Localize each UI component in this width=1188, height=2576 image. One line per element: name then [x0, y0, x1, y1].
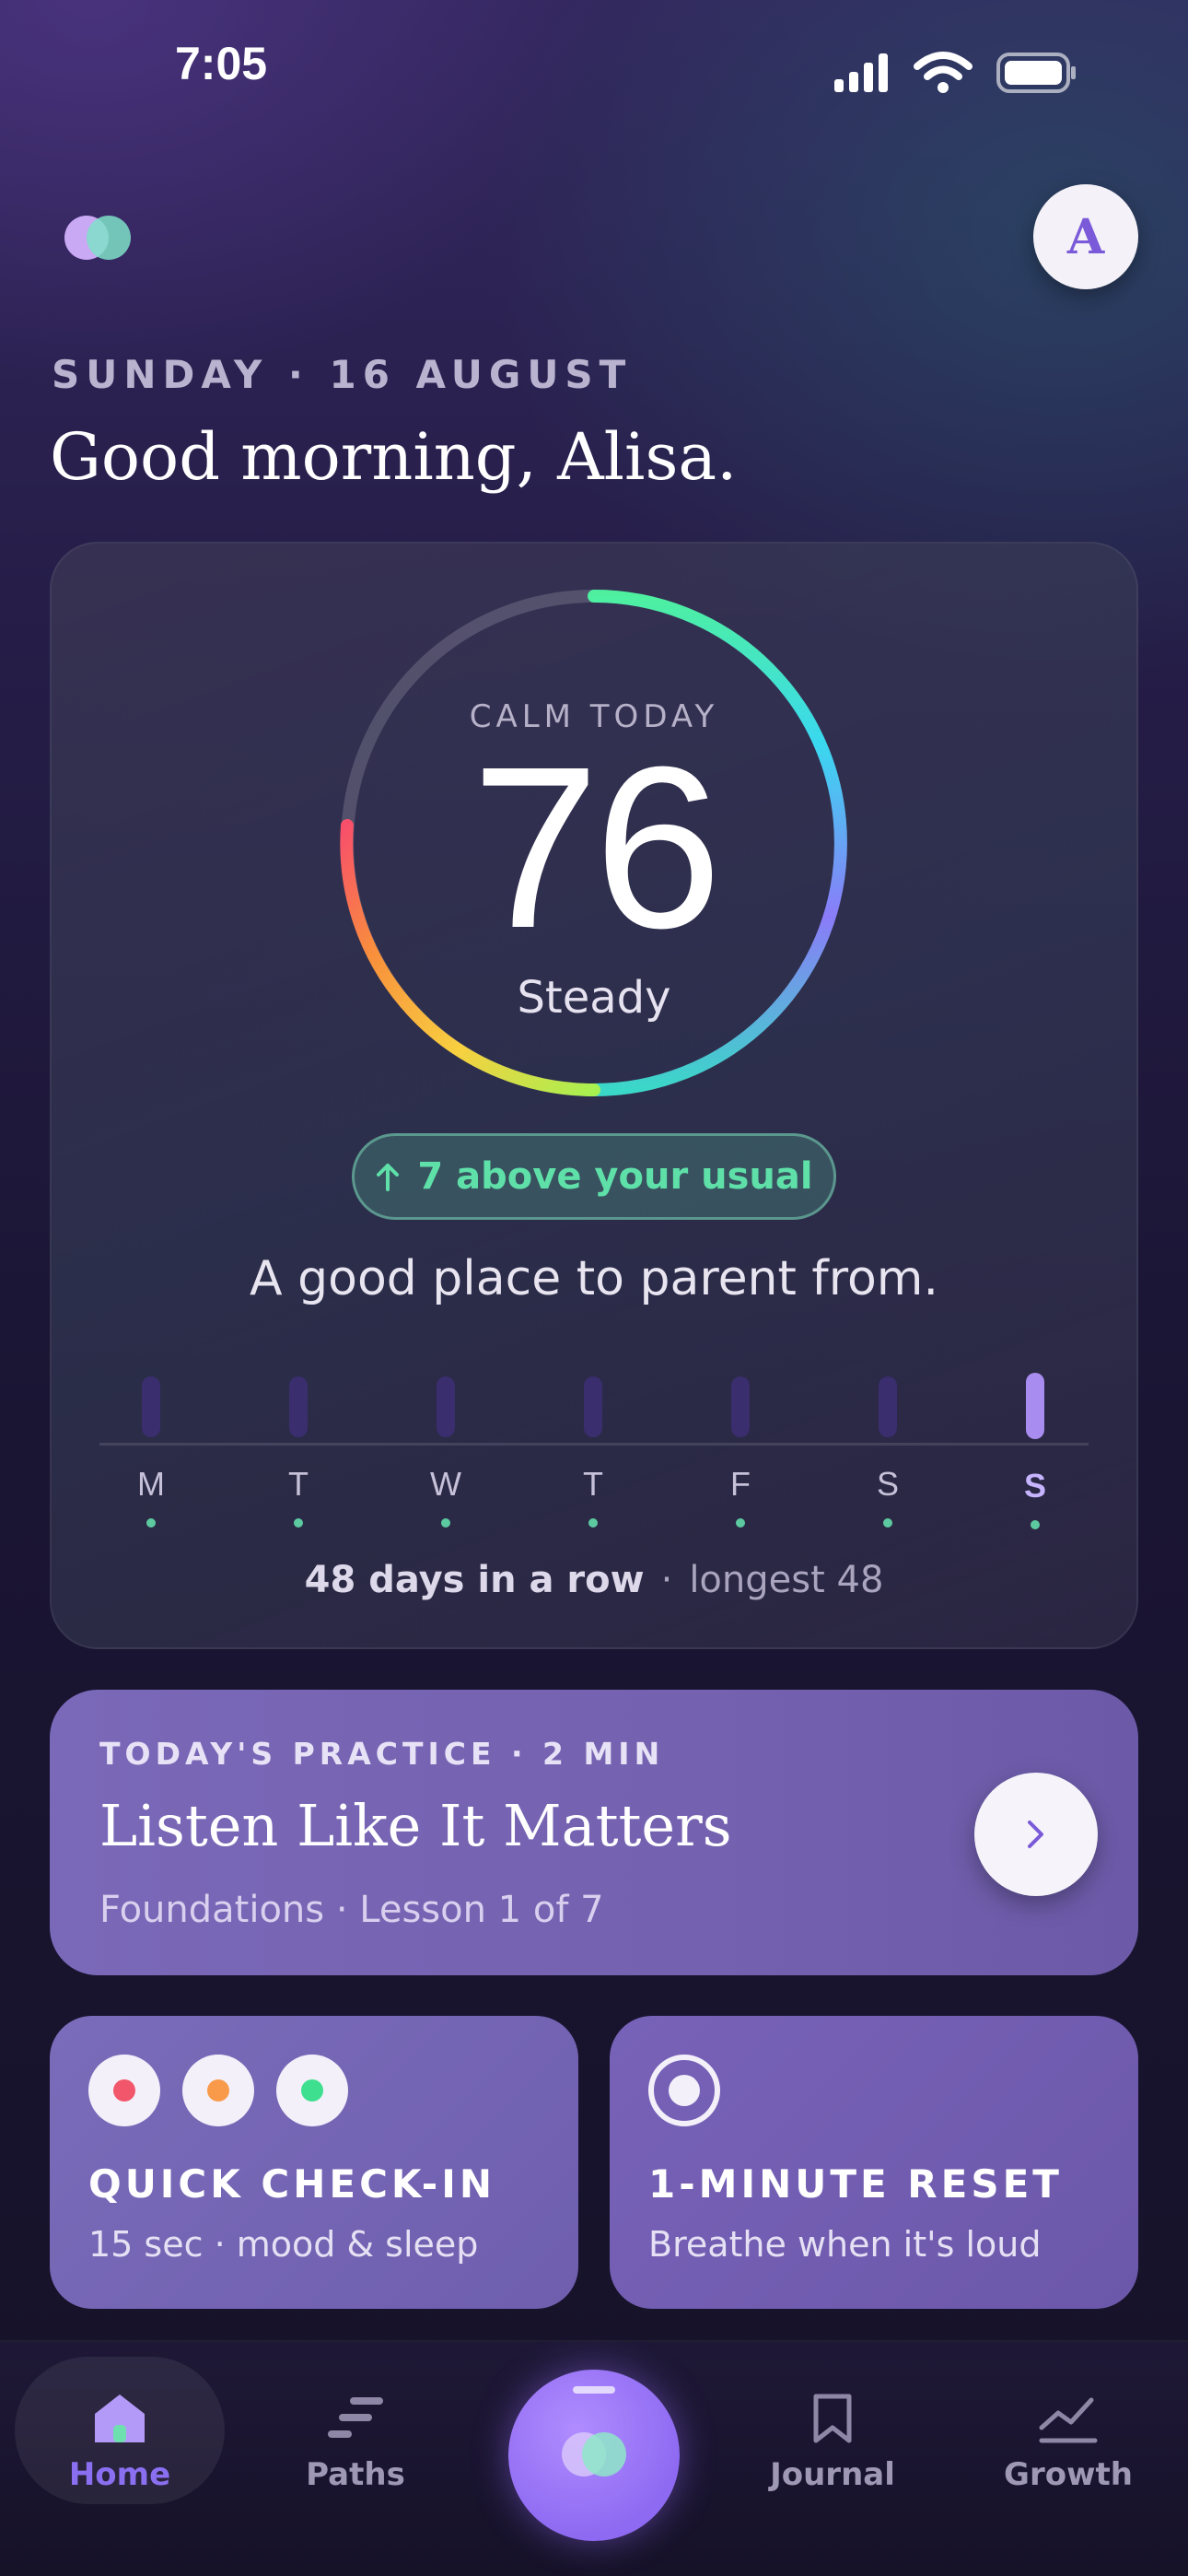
- growth-chart-icon: [1039, 2397, 1098, 2443]
- reset-subtitle: Breathe when it's loud: [648, 2224, 1042, 2265]
- nav-paths[interactable]: Paths: [263, 2386, 448, 2493]
- nav-growth[interactable]: Growth: [976, 2386, 1160, 2493]
- nav-home[interactable]: Home: [28, 2386, 212, 2493]
- week-day[interactable]: F: [713, 1373, 768, 1528]
- status-time: 7:05: [175, 38, 268, 89]
- date-line: SUNDAY · 16 AUGUST: [52, 352, 633, 397]
- nav-journal[interactable]: Journal: [740, 2386, 925, 2493]
- practice-start-button[interactable]: [974, 1773, 1098, 1896]
- week-day[interactable]: S: [860, 1373, 915, 1528]
- week-day[interactable]: T: [271, 1373, 326, 1528]
- delta-text: 7 above your usual: [417, 1155, 813, 1198]
- center-handle: [573, 2386, 615, 2394]
- signal-icon: [834, 53, 888, 92]
- paths-icon: [328, 2397, 383, 2438]
- mood-bad-icon: [88, 2055, 160, 2126]
- bookmark-icon: [813, 2394, 852, 2443]
- week-strip: M T W T F S S: [99, 1373, 1089, 1539]
- checkin-subtitle: 15 sec · mood & sleep: [88, 2224, 479, 2265]
- practice-title: Listen Like It Matters: [99, 1792, 732, 1859]
- arrow-up-icon: [377, 1164, 400, 1191]
- streak-longest: longest 48: [689, 1559, 884, 1601]
- app-logo-icon: [64, 216, 131, 260]
- streak-count: 48 days in a row: [304, 1559, 645, 1601]
- practice-label: TODAY'S PRACTICE · 2 MIN: [99, 1736, 665, 1772]
- center-logo-icon: [562, 2432, 626, 2476]
- delta-badge: 7 above your usual: [352, 1133, 836, 1220]
- calm-tagline: A good place to parent from.: [250, 1251, 938, 1306]
- home-icon: [95, 2395, 145, 2442]
- practice-subtitle: Foundations · Lesson 1 of 7: [99, 1889, 604, 1931]
- week-day[interactable]: M: [123, 1373, 179, 1528]
- week-day[interactable]: W: [418, 1373, 473, 1528]
- reset-title: 1-MINUTE RESET: [648, 2161, 1063, 2207]
- mood-dots: [88, 2055, 348, 2126]
- status-icons: [834, 52, 1077, 94]
- battery-icon: [996, 53, 1076, 93]
- record-icon: [648, 2055, 720, 2126]
- streak-text: 48 days in a row · longest 48: [304, 1559, 884, 1601]
- week-day-today[interactable]: S: [1007, 1373, 1063, 1529]
- greeting-title: Good morning, Alisa.: [50, 419, 738, 495]
- calm-state: Steady: [517, 972, 671, 1024]
- mood-good-icon: [276, 2055, 348, 2126]
- calm-score: 76: [471, 719, 722, 976]
- wifi-icon: [914, 52, 973, 93]
- week-day[interactable]: T: [565, 1373, 621, 1528]
- chevron-right-icon: [1028, 1821, 1043, 1848]
- profile-avatar[interactable]: A: [1033, 184, 1138, 289]
- checkin-title: QUICK CHECK-IN: [88, 2161, 496, 2207]
- mood-okay-icon: [182, 2055, 254, 2126]
